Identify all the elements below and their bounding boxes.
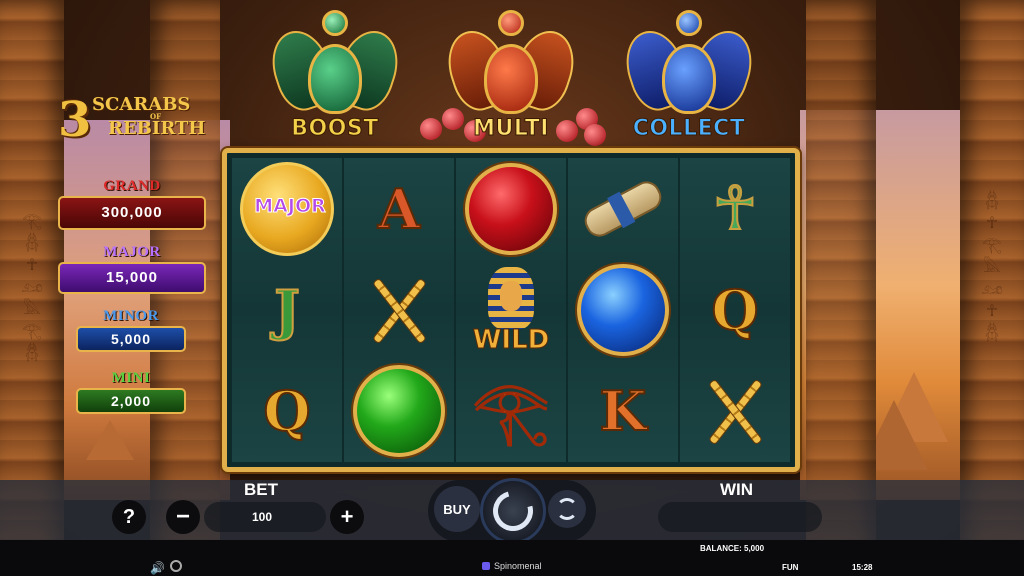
reel-cell: MAJOR [232, 158, 342, 259]
hieroglyphs-decoration: 𓂀 𓆣 ☥ 𓃭 𓅓 𓂀 𓆣 [21, 211, 43, 362]
bet-label: BET [244, 480, 278, 499]
reel-1: MAJOR J Q [232, 158, 342, 462]
sound-icon[interactable]: 🔊 [150, 561, 165, 575]
papyrus-scroll-icon [579, 176, 667, 242]
hieroglyphs-decoration: 𓆣 ☥ 𓂀 𓅓 𓃭 ☥ 𓆣 [981, 191, 1003, 342]
jackpot-minor-value: 5,000 [76, 326, 186, 352]
wild-label: WILD [472, 324, 550, 355]
feature-collect-label: COLLECT [632, 116, 746, 142]
balance-display: BALANCE: 5,000 [700, 544, 765, 553]
jackpot-major-value: 15,000 [58, 262, 206, 294]
jackpot-minor: MINOR 5,000 [76, 308, 186, 352]
jackpot-grand: GRAND 300,000 [58, 178, 206, 230]
jackpot-minor-label: MINOR [103, 308, 159, 324]
reel-cell: J [232, 259, 342, 360]
bet-decrease-button[interactable]: − [166, 500, 200, 534]
jackpot-major: MAJOR 15,000 [58, 244, 206, 294]
reel-cell: K [568, 361, 678, 462]
logo-line1: SCARABS [92, 94, 191, 115]
green-gem-icon [322, 10, 348, 36]
symbol-q: Q [262, 378, 311, 444]
play-mode-label: FUN [782, 563, 799, 572]
scarab-coin-icon: MAJOR [240, 161, 334, 256]
pharaoh-mask-icon [488, 267, 534, 330]
scarab-boost: BOOST [263, 8, 407, 148]
reel-cell [568, 259, 678, 360]
autoplay-icon [556, 498, 578, 520]
pyramid-icon [86, 420, 134, 460]
spin-button[interactable] [480, 478, 546, 544]
spin-icon [485, 483, 541, 539]
feature-boost-label: BOOST [291, 116, 379, 142]
turbo-icon[interactable] [170, 560, 182, 572]
crook-and-flail-icon [359, 270, 439, 350]
reel-cell: ☥ [680, 158, 790, 259]
scarab-icon [484, 44, 538, 114]
bet-increase-button[interactable]: + [330, 500, 364, 534]
reel-cell [456, 158, 566, 259]
jackpot-grand-label: GRAND [103, 178, 161, 194]
crook-and-flail-icon [695, 371, 775, 451]
reel-4: K [568, 158, 678, 462]
feature-multi-label: MULTI [473, 116, 549, 142]
reel-5: ☥ Q [680, 158, 790, 462]
reel-cell [344, 259, 454, 360]
game-stage: 𓂀 𓆣 ☥ 𓃭 𓅓 𓂀 𓆣 𓆣 ☥ 𓂀 𓅓 𓃭 ☥ 𓆣 3 SCARABS OF REBIRTH GRA… [0, 0, 1024, 576]
provider-name: Spinomenal [494, 561, 542, 571]
symbol-q: Q [710, 277, 759, 343]
symbol-a: A [377, 176, 421, 242]
logo-line2: REBIRTH [108, 118, 206, 139]
red-orb-icon [465, 162, 557, 255]
reel-3: WILD 𓂀 [456, 158, 566, 462]
reel-cell: Q [232, 361, 342, 462]
win-label: WIN [720, 480, 754, 499]
scarab-collect: COLLECT [617, 8, 761, 148]
provider-brand: Spinomenal [482, 561, 542, 571]
help-button[interactable]: ? [112, 500, 146, 534]
bet-amount-field: 100 [204, 502, 326, 532]
game-logo: 3 SCARABS OF REBIRTH [58, 92, 208, 148]
reel-cell [680, 361, 790, 462]
coin-jackpot-label: MAJOR [254, 194, 326, 217]
symbol-k: K [599, 378, 648, 444]
blue-gem-icon [676, 10, 702, 36]
reel-2: A [344, 158, 454, 462]
win-amount-field [658, 502, 822, 532]
logo-number: 3 [58, 92, 92, 148]
symbol-j: J [273, 277, 301, 343]
autoplay-button[interactable] [548, 490, 586, 528]
reel-cell [344, 361, 454, 462]
eye-of-horus-icon: 𓂀 [471, 374, 550, 448]
jackpot-mini-label: MINI [111, 370, 151, 386]
scarab-multi: MULTI [439, 8, 583, 148]
scarab-icon [662, 44, 716, 114]
reel-cell: Q [680, 259, 790, 360]
jackpot-grand-value: 300,000 [58, 196, 206, 230]
blue-orb-icon [577, 263, 669, 356]
reel-cell: A [344, 158, 454, 259]
reels: MAJOR J Q A WILD 𓂀 K ☥ Q [232, 158, 790, 462]
reel-cell [568, 158, 678, 259]
reel-frame: MAJOR J Q A WILD 𓂀 K ☥ Q [222, 148, 800, 472]
scarab-icon [308, 44, 362, 114]
ankh-icon: ☥ [712, 173, 759, 244]
red-gem-icon [498, 10, 524, 36]
jackpot-mini-value: 2,000 [76, 388, 186, 414]
reel-cell: 𓂀 [456, 361, 566, 462]
green-orb-icon [353, 365, 445, 458]
clock: 15:28 [852, 563, 873, 572]
spinomenal-logo-icon [482, 562, 490, 570]
jackpot-mini: MINI 2,000 [76, 370, 186, 414]
reel-cell: WILD [456, 259, 566, 360]
jackpot-major-label: MAJOR [103, 244, 161, 260]
buy-feature-button[interactable]: BUY [434, 486, 480, 532]
